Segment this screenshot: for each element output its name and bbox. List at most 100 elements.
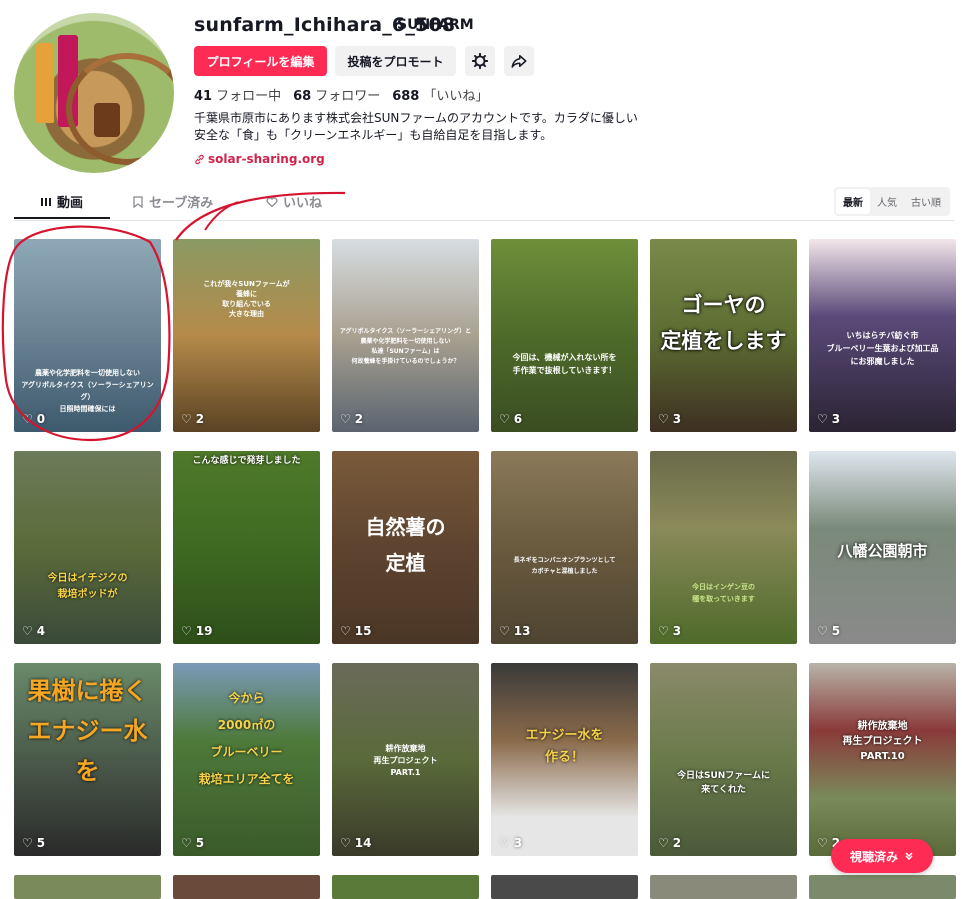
- profile-link-text[interactable]: solar-sharing.org: [208, 152, 325, 166]
- bio-line: 安全な「食」も「クリーンエネルギー」も自給自足を目指します。: [194, 128, 553, 142]
- tab-saved[interactable]: セーブ済み: [132, 192, 213, 211]
- sort-latest[interactable]: 最新: [836, 189, 870, 214]
- video-card[interactable]: 果樹に捲く エナジー水を ♡ 5: [14, 663, 161, 856]
- video-views: ♡2: [181, 412, 205, 426]
- video-caption: 八幡公園朝市: [837, 542, 928, 560]
- video-card[interactable]: いちはらチバ紡ぐ市 ブルーベリー生葉および加工品 にお邪魔しました ♡ 3: [809, 239, 956, 432]
- video-caption: 長ネギをコンパニオンプランツとして カボチャと混植しました: [513, 557, 616, 575]
- video-card[interactable]: アグリボルタイクス（ソーラーシェアリング）と 農薬や化学肥料を一切使用しない 私…: [332, 239, 479, 432]
- video-card[interactable]: 耕作放棄地 再生プロジェクト PART.10 ♡2: [809, 663, 956, 856]
- video-caption: 今日はインゲン豆の 種を取っていきます: [692, 583, 755, 603]
- sort-toggle: 最新 人気 古い順: [834, 187, 950, 216]
- edit-profile-button[interactable]: プロフィールを編集: [194, 46, 327, 76]
- video-caption: 農薬や化学肥料を一切使用しない アグリボルタイクス（ソーラーシェアリング） 日照…: [21, 369, 154, 413]
- video-views: ♡ 14: [340, 836, 372, 850]
- video-views: ♡ 5: [181, 836, 205, 850]
- profile-stats: 41 フォロー中 68 フォロワー 688 「いいね」: [194, 85, 488, 104]
- play-count-icon: ♡: [181, 624, 192, 638]
- video-caption: 今から 2000㎡の ブルーベリー 栽培エリア全てを: [198, 691, 295, 786]
- video-caption: 今日はSUNファームに 来てくれた: [676, 771, 771, 795]
- video-views: ♡ 3: [658, 412, 682, 426]
- video-caption: アグリボルタイクス（ソーラーシェアリング）と 農薬や化学肥料を一切使用しない 私…: [339, 328, 472, 365]
- promote-posts-button[interactable]: 投稿をプロモート: [335, 46, 456, 76]
- video-card[interactable]: 今日はインゲン豆の 種を取っていきます ♡ 3: [650, 451, 797, 644]
- play-count-icon: ♡: [499, 624, 510, 638]
- link-icon: [195, 154, 204, 164]
- video-views: ♡ 13: [499, 624, 531, 638]
- play-count-icon: ♡: [817, 624, 828, 638]
- video-card[interactable]: [491, 875, 638, 899]
- play-count-icon: ♡: [340, 412, 351, 426]
- video-card[interactable]: こんな感じで発芽しました ♡ 19: [173, 451, 320, 644]
- video-caption: 今日はイチジクの 栽培ポッドが: [47, 573, 128, 600]
- tab-liked[interactable]: いいね: [266, 192, 322, 211]
- video-card[interactable]: [14, 875, 161, 899]
- video-card[interactable]: [173, 875, 320, 899]
- video-caption: これが我々SUNファームが 養蜂に 取り組んでいる 大きな理由: [203, 280, 290, 318]
- profile-avatar[interactable]: [14, 13, 174, 173]
- play-count-icon: ♡: [340, 624, 351, 638]
- avatar-basket: [66, 53, 174, 165]
- profile-tabs: 動画 セーブ済み いいね 最新 人気 古い順: [14, 186, 954, 221]
- following-count[interactable]: 41 フォロー中: [194, 85, 281, 104]
- avatar-bottle: [36, 43, 54, 123]
- video-views: ♡ 3: [658, 624, 682, 638]
- likes-count: 688 「いいね」: [392, 89, 489, 104]
- video-views: ♡ 15: [340, 624, 372, 638]
- profile-link[interactable]: solar-sharing.org: [194, 152, 325, 166]
- video-card[interactable]: ゴーヤの 定植をします ♡ 3: [650, 239, 797, 432]
- video-caption: 果樹に捲く エナジー水を: [27, 677, 148, 785]
- profile-bio: 千葉県市原市にあります株式会社SUNファームのアカウントです。カラダに優しい 安…: [194, 110, 644, 144]
- video-card[interactable]: 自然薯の 定植 ♡ 15: [332, 451, 479, 644]
- video-card[interactable]: 農薬や化学肥料を一切使用しない アグリボルタイクス（ソーラーシェアリング） 日照…: [14, 239, 161, 432]
- video-card[interactable]: 八幡公園朝市 ♡ 5: [809, 451, 956, 644]
- sort-oldest[interactable]: 古い順: [904, 189, 948, 214]
- video-card[interactable]: 長ネギをコンパニオンプランツとして カボチャと混植しました ♡ 13: [491, 451, 638, 644]
- play-count-icon: ♡: [658, 836, 669, 850]
- settings-button[interactable]: [465, 46, 495, 76]
- video-caption: こんな感じで発芽しました: [192, 456, 301, 466]
- bio-line: 千葉県市原市にあります株式会社SUNファームのアカウントです。カラダに優しい: [194, 111, 638, 125]
- video-views: ♡ 5: [817, 624, 841, 638]
- profile-nickname: SUNFARM: [397, 17, 474, 33]
- tab-videos[interactable]: 動画: [40, 192, 83, 211]
- video-card[interactable]: 今日はSUNファームに 来てくれた ♡ 2: [650, 663, 797, 856]
- video-card[interactable]: [332, 875, 479, 899]
- video-caption: 自然薯の 定植: [365, 515, 446, 575]
- video-views: ♡ 6: [499, 412, 523, 426]
- video-card[interactable]: これが我々SUNファームが 養蜂に 取り組んでいる 大きな理由 ♡ 2: [173, 239, 320, 432]
- video-card[interactable]: 今日はイチジクの 栽培ポッドが ♡ 4: [14, 451, 161, 644]
- share-arrow-icon: [511, 55, 527, 68]
- video-caption: ゴーヤの 定植をします: [660, 293, 787, 353]
- video-card[interactable]: 耕作放棄地 再生プロジェクト PART.1 ♡ 14: [332, 663, 479, 856]
- video-card[interactable]: 今から 2000㎡の ブルーベリー 栽培エリア全てを ♡ 5: [173, 663, 320, 856]
- gear-icon: [471, 52, 489, 70]
- play-count-icon: ♡: [658, 624, 669, 638]
- followers-count[interactable]: 68 フォロワー: [293, 85, 380, 104]
- video-card[interactable]: [809, 875, 956, 899]
- video-caption: 耕作放棄地 再生プロジェクト PART.1: [373, 744, 438, 777]
- video-views: ♡ 3: [817, 412, 841, 426]
- video-card[interactable]: 今回は、機械が入れない所を 手作業で抜根していきます！ ♡ 6: [491, 239, 638, 432]
- watched-button[interactable]: 視聴済み: [831, 839, 933, 873]
- video-caption: 今回は、機械が入れない所を 手作業で抜根していきます！: [512, 353, 617, 375]
- video-card[interactable]: エナジー水を 作る！ ♡ 3: [491, 663, 638, 856]
- video-views: ♡ 19: [181, 624, 213, 638]
- sort-popular[interactable]: 人気: [870, 189, 904, 214]
- active-tab-indicator: [14, 217, 110, 219]
- play-count-icon: ♡: [22, 836, 33, 850]
- share-button[interactable]: [504, 46, 534, 76]
- video-views: ♡ 4: [22, 624, 46, 638]
- play-count-icon: ♡: [181, 412, 192, 426]
- avatar-jar: [94, 103, 120, 137]
- video-views: ♡ 5: [22, 836, 46, 850]
- video-views: ♡ 0: [22, 412, 46, 426]
- video-card[interactable]: [650, 875, 797, 899]
- heart-outline-icon: [266, 196, 278, 207]
- video-views: ♡ 3: [499, 836, 523, 850]
- bookmark-icon: [133, 195, 143, 208]
- play-count-icon: ♡: [658, 412, 669, 426]
- play-count-icon: ♡: [817, 836, 828, 850]
- video-caption: 耕作放棄地 再生プロジェクト PART.10: [842, 721, 923, 762]
- video-views: ♡2: [340, 412, 364, 426]
